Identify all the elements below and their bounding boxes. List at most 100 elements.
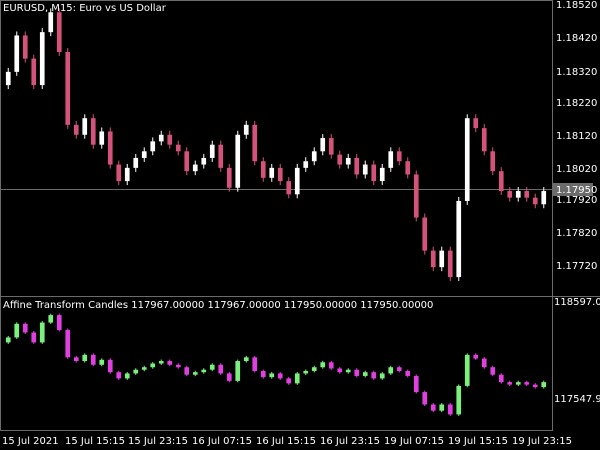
candle-body — [48, 12, 54, 33]
candle-body — [243, 124, 249, 135]
price-tick-label: 1.18520 — [556, 0, 597, 11]
candle-body — [320, 138, 326, 152]
candle-body — [218, 144, 224, 168]
price-tick-label: 1.18020 — [556, 164, 597, 175]
candle-body — [31, 58, 37, 86]
candle-body — [56, 12, 62, 52]
candle-body — [22, 35, 28, 59]
main-pane-title: EURUSD, M15: Euro vs US Dollar — [3, 3, 167, 14]
candle-body — [439, 250, 445, 268]
indicator-candle-body — [362, 372, 368, 376]
candle-body — [133, 157, 139, 168]
indicator-candle-body — [532, 384, 538, 388]
price-tick-label: 1.18320 — [556, 67, 597, 78]
indicator-candle-body — [379, 373, 385, 379]
candle-body — [430, 250, 436, 268]
indicator-candle-body — [99, 359, 105, 365]
indicator-candles — [5, 313, 547, 416]
indicator-candle-body — [201, 369, 207, 373]
candle-body — [269, 167, 275, 178]
indicator-candle-body — [133, 369, 139, 374]
indicator-candle-body — [541, 382, 547, 388]
indicator-candle-body — [192, 372, 198, 375]
indicator-candle-body — [354, 369, 360, 376]
candle-body — [73, 124, 79, 135]
candle-body — [532, 197, 538, 205]
candle-body — [158, 134, 164, 142]
indicator-candle-body — [311, 367, 317, 371]
price-tick-label: 1.17920 — [556, 195, 597, 206]
candle-body — [150, 141, 156, 152]
candle-body — [507, 191, 513, 198]
candle-body — [303, 161, 309, 168]
indicator-candle-body — [303, 370, 309, 374]
indicator-candle-body — [422, 392, 428, 405]
indicator-candle-body — [277, 373, 283, 379]
indicator-candle-body — [515, 382, 521, 385]
indicator-candle-body — [107, 359, 113, 373]
time-axis: 15 Jul 2021 15 Jul 15:15 15 Jul 23:15 16… — [2, 436, 572, 447]
candle-body — [337, 154, 343, 165]
indicator-candle-body — [507, 382, 513, 385]
time-tick-label: 15 Jul 23:15 — [128, 436, 188, 447]
indicator-candle-body — [405, 370, 411, 376]
candle-body — [481, 128, 487, 152]
indicator-candle-body — [167, 361, 173, 365]
indicator-candle-body — [226, 373, 232, 381]
time-tick-label: 19 Jul 23:15 — [512, 436, 572, 447]
indicator-candle-body — [473, 354, 479, 359]
candle-body — [65, 52, 71, 125]
indicator-candle-body — [184, 367, 190, 375]
indicator-candle-body — [31, 332, 37, 343]
indicator-candle-body — [141, 367, 147, 370]
chart-canvas: EURUSD, M15: Euro vs US Dollar Affine Tr… — [0, 0, 600, 447]
price-tick-label: 1.18220 — [556, 98, 597, 109]
time-tick-label: 16 Jul 15:15 — [256, 436, 316, 447]
candle-body — [515, 191, 521, 198]
candle-body — [396, 151, 402, 162]
indicator-candle-body — [498, 374, 504, 383]
time-tick-label: 15 Jul 15:15 — [65, 436, 125, 447]
indicator-candle-body — [269, 373, 275, 378]
indicator-candle-body — [524, 382, 530, 385]
indicator-candle-body — [22, 323, 28, 333]
indicator-candle-body — [439, 404, 445, 411]
indicator-candle-body — [481, 358, 487, 368]
indicator-candle-body — [150, 363, 156, 368]
indicator-candle-body — [48, 315, 54, 323]
candle-body — [294, 167, 300, 195]
candle-body — [260, 161, 266, 178]
candle-body — [235, 134, 241, 188]
price-tick-label: 1.18120 — [556, 131, 597, 142]
candle-body — [371, 164, 377, 182]
main-candles — [5, 8, 547, 282]
indicator-candle-body — [388, 367, 394, 374]
indicator-candle-body — [218, 364, 224, 374]
indicator-candle-body — [456, 385, 462, 415]
current-price-label: 1.17950 — [556, 185, 597, 196]
candle-body — [498, 171, 504, 192]
candle-body — [422, 217, 428, 251]
candle-body — [286, 181, 292, 195]
price-tick-label: 1.17820 — [556, 228, 597, 239]
indicator-top-label: 118597.035 — [554, 297, 600, 308]
candle-body — [5, 71, 11, 86]
indicator-candle-body — [14, 323, 20, 338]
price-axis: 1.18520 1.18420 1.18320 1.18220 1.18120 … — [556, 0, 597, 272]
indicator-candle-body — [430, 404, 436, 411]
indicator-candle-body — [413, 375, 419, 393]
candle-body — [405, 161, 411, 175]
indicator-candle-body — [175, 364, 181, 368]
candle-body — [201, 157, 207, 165]
candle-body — [175, 144, 181, 152]
indicator-candle-body — [328, 362, 334, 369]
indicator-candle-body — [235, 361, 241, 381]
candle-body — [14, 35, 20, 72]
price-tick-label: 1.18420 — [556, 33, 597, 44]
candle-body — [82, 118, 88, 135]
indicator-candle-body — [56, 315, 62, 330]
time-tick-label: 16 Jul 07:15 — [192, 436, 252, 447]
candle-body — [473, 118, 479, 129]
candle-body — [209, 144, 215, 158]
indicator-candle-body — [209, 364, 215, 370]
